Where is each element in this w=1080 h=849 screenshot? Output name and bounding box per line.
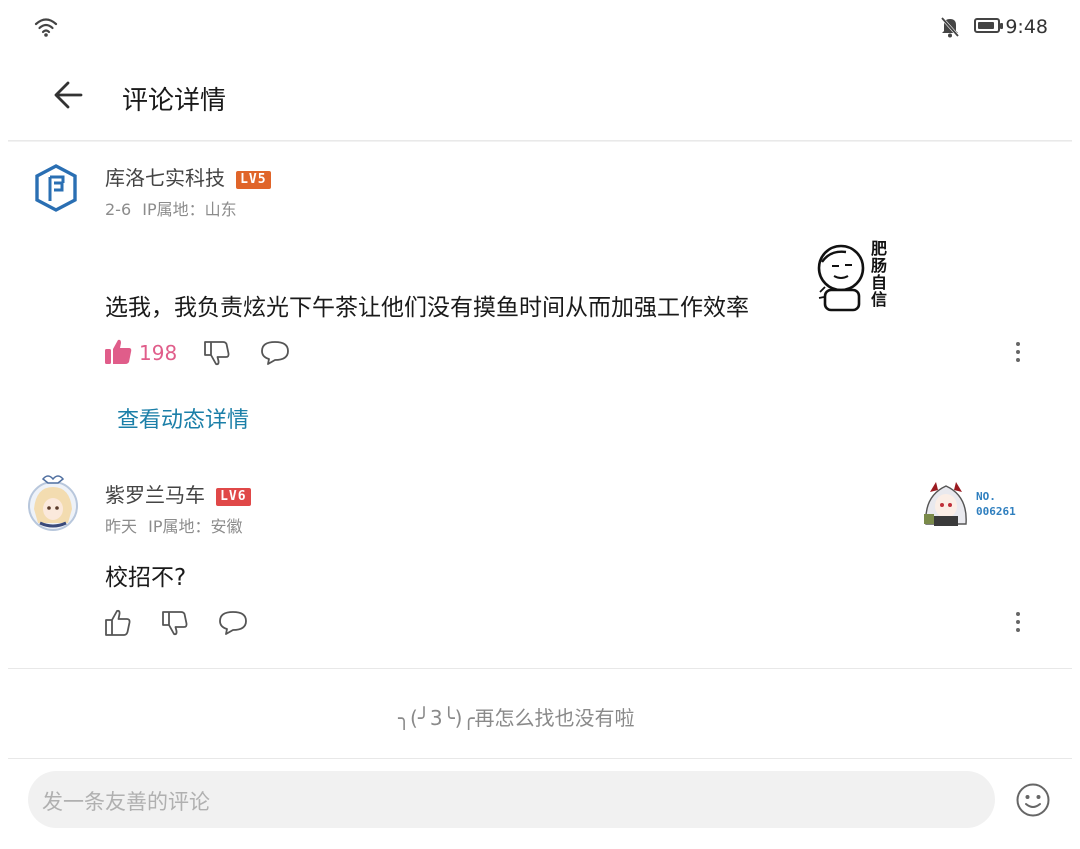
badge-number: 006261 [976, 505, 1016, 518]
mute-bell-icon [940, 17, 960, 38]
back-arrow-icon[interactable] [52, 80, 84, 110]
thumbs-down-icon[interactable] [161, 609, 189, 637]
thumbs-up-icon[interactable] [104, 609, 132, 637]
avatar[interactable] [33, 163, 79, 213]
sticker-char: 信 [870, 290, 887, 309]
more-options-icon[interactable] [1015, 342, 1021, 366]
level-badge: LV6 [216, 488, 251, 506]
reply-bubble-icon[interactable] [260, 340, 290, 366]
sticker-char: 自 [870, 273, 887, 292]
thumbs-down-icon[interactable] [203, 339, 231, 367]
sticker-emoji: 肥 肠 自 信 [816, 240, 896, 316]
username[interactable]: 紫罗兰马车 [105, 483, 205, 507]
like-count: 198 [139, 341, 178, 365]
ip-location: 山东 [204, 200, 237, 219]
cartoon-face-icon [817, 244, 865, 312]
comment-date: 2-6 [105, 200, 132, 219]
comment-text: 选我，我负责炫光下午茶让他们没有摸鱼时间从而加强工作效率 [105, 295, 749, 321]
bottom-divider [8, 758, 1072, 759]
status-time: 9:48 [1005, 16, 1048, 38]
badge-no-label: NO. [976, 490, 996, 503]
end-of-list-text: ╮(╯3╰)╭再怎么找也没有啦 [398, 706, 635, 730]
more-options-icon[interactable] [1015, 612, 1021, 636]
emoji-icon[interactable] [1015, 782, 1051, 818]
page-title: 评论详情 [122, 86, 227, 116]
wifi-icon [34, 18, 58, 37]
sticker-char: 肥 [870, 239, 887, 258]
ip-label: IP属地： [142, 200, 205, 219]
fan-badge: NO. 006261 [920, 476, 1030, 528]
comment-text: 校招不? [105, 565, 187, 591]
list-divider [8, 668, 1072, 669]
username[interactable]: 库洛七实科技 [105, 166, 225, 190]
reply-bubble-icon[interactable] [218, 610, 248, 636]
battery-icon [974, 18, 1003, 33]
comment-meta: 昨天 IP属地：安徽 [105, 513, 243, 537]
sticker-char: 肠 [870, 256, 887, 275]
status-bar: 9:48 [0, 0, 1080, 52]
thumbs-up-filled-icon[interactable] [104, 338, 132, 366]
comment-input-placeholder: 发一条友善的评论 [42, 790, 210, 814]
comment-meta: 2-6 IP属地：山东 [105, 196, 237, 220]
header-divider [8, 140, 1072, 142]
fan-badge-character-icon [924, 482, 967, 526]
level-badge: LV5 [236, 171, 271, 189]
comment-date: 昨天 [105, 517, 138, 536]
ip-label: IP属地： [148, 517, 211, 536]
ip-location: 安徽 [210, 517, 243, 536]
avatar[interactable] [26, 473, 80, 533]
view-detail-link[interactable]: 查看动态详情 [117, 402, 249, 434]
